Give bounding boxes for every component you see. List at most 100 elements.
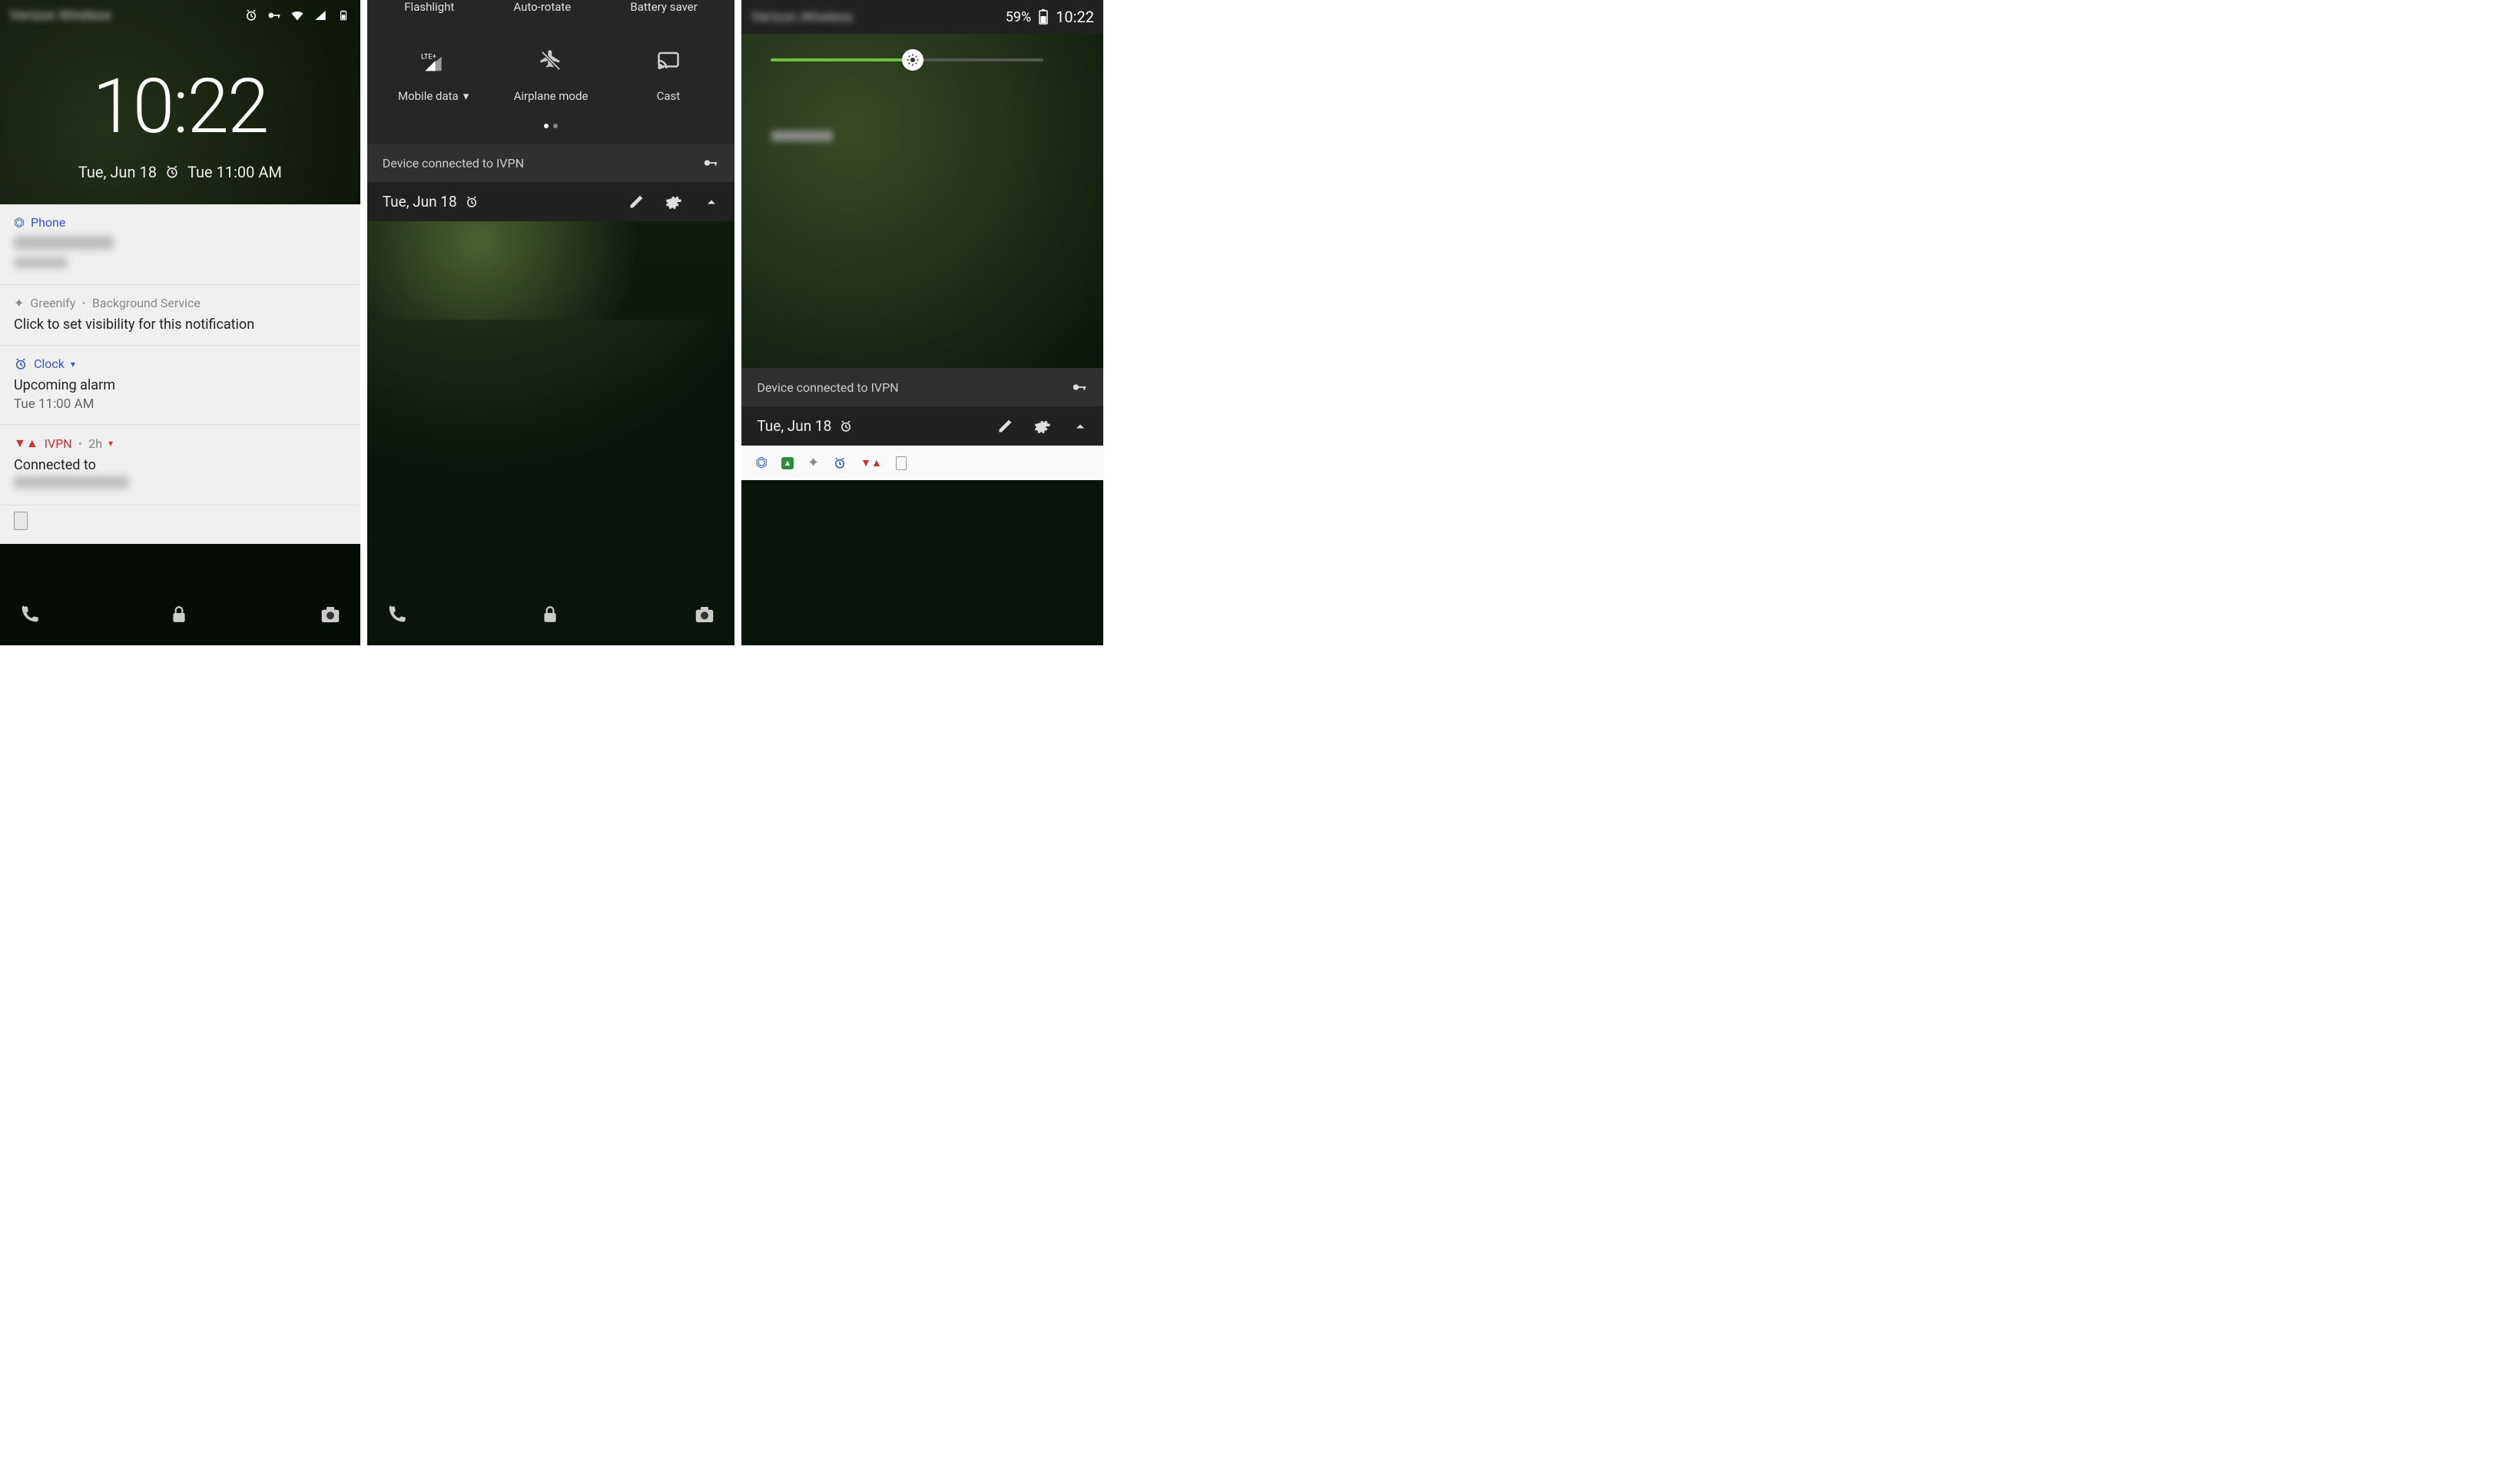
notif-title: Click to set visibility for this notific… <box>14 317 346 333</box>
shield-icon: ▼▲ <box>14 436 38 451</box>
notif-app: Clock <box>34 356 65 371</box>
qs-tile-airplane[interactable]: Airplane mode <box>497 48 605 103</box>
date-label: Tue, Jun 18 <box>383 193 457 210</box>
quicksettings-full-panel: Verizon Wireless 59% 10:22 ▴ ▾ Bluetooth… <box>741 0 1103 645</box>
notif-app: IVPN <box>45 436 72 451</box>
qs-page-dots[interactable] <box>375 117 728 144</box>
blurred-text <box>14 257 68 268</box>
edit-icon[interactable] <box>997 419 1013 434</box>
vpn-status-bar[interactable]: Device connected to IVPN <box>741 368 1103 406</box>
sim-icon <box>14 512 28 530</box>
phone-icon[interactable] <box>18 604 40 625</box>
notif-sub: Tue 11:00 AM <box>14 396 346 412</box>
vpn-status-bar[interactable]: Device connected to IVPN <box>367 144 735 182</box>
status-bar: Verizon Wireless <box>0 0 360 31</box>
date-label: Tue, Jun 18 <box>757 417 831 435</box>
lockscreen-panel: Verizon Wireless 10:22 Tue, Jun 18 Tue 1… <box>0 0 360 645</box>
blurred-text <box>14 236 114 250</box>
image-icon: ▲ <box>781 457 794 469</box>
lte-signal-icon: LTE+ <box>420 48 446 74</box>
camera-icon[interactable] <box>319 603 342 626</box>
leaf-icon: ✦ <box>14 296 24 310</box>
alarm-icon <box>164 164 180 180</box>
carrier-label: Verizon Wireless <box>9 8 111 24</box>
date-bar: Tue, Jun 18 <box>741 406 1103 446</box>
notif-meta: 2h <box>88 436 102 451</box>
edit-icon[interactable] <box>628 194 644 210</box>
gear-icon[interactable] <box>665 194 682 210</box>
phone-icon[interactable] <box>386 604 407 625</box>
qs-label <box>771 131 833 141</box>
voicemail-icon: ⏣ <box>14 215 25 230</box>
notif-meta: Background Service <box>92 296 201 310</box>
camera-icon[interactable] <box>693 603 716 626</box>
collapse-icon[interactable] <box>1073 419 1088 434</box>
date-bar: Tue, Jun 18 <box>367 182 735 221</box>
notif-app: Greenify <box>30 296 75 310</box>
signal-icon <box>313 8 328 23</box>
alarm-time: Tue 11:00 AM <box>187 163 282 181</box>
lock-action-bar <box>367 584 735 645</box>
vpn-text: Device connected to IVPN <box>757 380 898 395</box>
cast-icon <box>655 48 681 74</box>
battery-icon <box>1039 9 1048 25</box>
qs-label: Mobile data <box>398 89 459 103</box>
alarm-icon <box>244 8 259 23</box>
clock-time: 10:22 <box>0 69 360 144</box>
gear-icon[interactable] <box>1034 418 1051 435</box>
collapsed-notif-row[interactable]: ⏣ ▲ ✦ ▼▲ <box>741 446 1103 480</box>
status-bar: Verizon Wireless 59% 10:22 <box>741 0 1103 34</box>
shield-icon: ▼▲ <box>860 456 882 469</box>
time-label: 10:22 <box>1056 8 1094 26</box>
notif-greenify[interactable]: ✦Greenify•Background Service Click to se… <box>0 285 360 346</box>
key-icon <box>702 154 719 171</box>
notif-clock[interactable]: Clock ▾ Upcoming alarm Tue 11:00 AM <box>0 346 360 425</box>
wallpaper-strip <box>367 221 735 320</box>
wallpaper <box>741 0 1103 645</box>
clock-date: Tue, Jun 18 <box>78 163 157 181</box>
battery-icon <box>336 8 351 23</box>
vpn-text: Device connected to IVPN <box>383 156 524 171</box>
alarm-icon <box>465 195 479 209</box>
key-icon <box>1071 379 1088 396</box>
key-icon <box>267 8 282 23</box>
notif-title: Connected to <box>14 457 346 473</box>
lock-clock: 10:22 Tue, Jun 18 Tue 11:00 AM <box>0 69 360 181</box>
qs-label: Battery saver <box>630 0 697 14</box>
alarm-icon <box>833 456 847 470</box>
alarm-icon <box>839 419 853 433</box>
notification-stack: ⏣Phone ✦Greenify•Background Service Clic… <box>0 204 360 544</box>
lock-icon[interactable] <box>540 605 560 625</box>
notif-title: Upcoming alarm <box>14 377 346 393</box>
wifi-icon <box>290 8 305 23</box>
blurred-text <box>14 476 129 489</box>
qs-tile-mobiledata[interactable]: LTE+ Mobile data ▾ <box>380 48 487 103</box>
battery-pct: 59% <box>1006 9 1031 25</box>
qs-tile-cast[interactable]: Cast <box>615 48 722 103</box>
lock-action-bar <box>0 584 360 645</box>
slider-thumb[interactable] <box>902 49 923 71</box>
chevron-down-icon[interactable]: ▾ <box>463 89 469 103</box>
airplane-off-icon <box>538 48 564 74</box>
sim-icon <box>896 456 907 470</box>
voicemail-icon: ⏣ <box>755 455 768 471</box>
svg-text:LTE+: LTE+ <box>421 52 436 61</box>
qs-label: Airplane mode <box>514 89 589 103</box>
leaf-icon: ✦ <box>807 455 819 471</box>
slider-track[interactable] <box>771 58 1043 61</box>
qs-label: Flashlight <box>404 0 454 14</box>
lock-icon[interactable] <box>169 605 189 625</box>
quicksettings-partial-panel: Flashlight Auto-rotate Battery saver LTE… <box>367 0 735 645</box>
clock-date-row: Tue, Jun 18 Tue 11:00 AM <box>0 163 360 181</box>
notif-phone[interactable]: ⏣ Phone <box>0 204 360 285</box>
quick-settings: Flashlight Auto-rotate Battery saver LTE… <box>367 0 735 144</box>
alarm-icon <box>14 357 28 371</box>
collapse-icon[interactable] <box>704 194 719 210</box>
notif-app: Phone <box>31 215 65 230</box>
chevron-down-icon[interactable]: ▾ <box>71 359 75 370</box>
carrier-label: Verizon Wireless <box>751 9 853 25</box>
qs-label: Cast <box>657 89 681 103</box>
chevron-down-icon[interactable]: ▾ <box>108 438 113 449</box>
slider-fill <box>771 58 912 61</box>
notif-ivpn[interactable]: ▼▲IVPN•2h▾ Connected to <box>0 425 360 505</box>
